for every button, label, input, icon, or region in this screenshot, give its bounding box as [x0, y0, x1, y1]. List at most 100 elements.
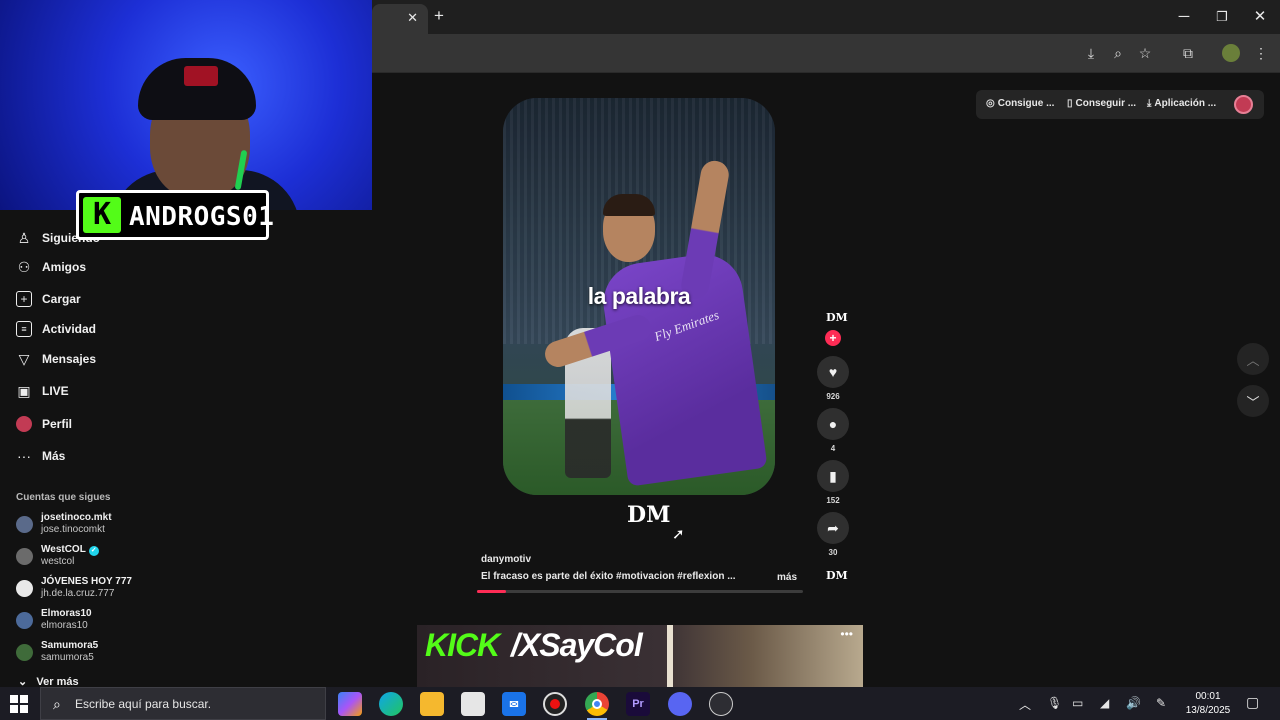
comment-count: 4 — [830, 444, 836, 453]
sidebar-item-activity[interactable]: ≡ Actividad — [16, 318, 96, 340]
save-count: 152 — [826, 496, 840, 505]
browser-tab[interactable]: ✕ — [372, 4, 428, 34]
video-progress-bar[interactable] — [477, 590, 803, 593]
account-handle: jose.tinocomkt — [41, 524, 105, 535]
webcam-overlay — [0, 0, 372, 210]
install-app-icon[interactable]: ⤓ — [1082, 44, 1100, 62]
post-description: El fracaso es parte del éxito #motivacio… — [481, 571, 736, 582]
sidebar-item-friends[interactable]: ⚇ Amigos — [16, 256, 86, 278]
system-clock[interactable]: 00:01 13/8/2025 — [1185, 690, 1231, 718]
app-icon[interactable] — [709, 692, 733, 716]
edge-icon[interactable] — [379, 692, 403, 716]
sidebar-item-label: Actividad — [42, 322, 97, 336]
heart-icon: ♥ — [828, 364, 838, 380]
discord-like-icon[interactable] — [668, 692, 692, 716]
battery-icon[interactable]: ▭ — [1072, 696, 1083, 710]
avatar — [16, 644, 33, 661]
tray-overflow-icon[interactable]: ︿ — [1019, 696, 1031, 713]
network-icon[interactable]: ◢ — [1100, 696, 1109, 710]
avatar — [16, 612, 33, 629]
tab-close-icon[interactable]: ✕ — [407, 10, 418, 26]
desktop-app-button[interactable]: ⤓ Aplicación ... — [1147, 98, 1216, 109]
follow-button[interactable]: + — [825, 330, 841, 346]
taskbar-search[interactable]: ⌕ Escribe aquí para buscar. — [40, 687, 326, 720]
verified-badge-icon: ✓ — [88, 546, 99, 556]
zoom-icon[interactable]: ⌕ — [1109, 44, 1127, 62]
sidebar-item-label: LIVE — [42, 384, 69, 398]
sidebar-item-upload[interactable]: + Cargar — [16, 288, 81, 310]
kick-logo-icon: K — [83, 197, 121, 233]
next-video-button[interactable]: ﹀ — [1237, 385, 1269, 417]
sidebar-item-live[interactable]: ▣ LIVE — [16, 380, 69, 402]
creator-avatar[interactable]: DM — [826, 311, 848, 324]
new-tab-button[interactable]: + — [434, 6, 444, 26]
file-explorer-icon[interactable] — [420, 692, 444, 716]
save-button[interactable]: ▮ — [817, 460, 849, 492]
pen-icon[interactable]: ✎ — [1156, 696, 1166, 710]
more-button[interactable]: más — [777, 572, 797, 583]
music-disc[interactable]: DM — [826, 569, 848, 582]
streamer-badge: K ANDROGS01 — [76, 190, 274, 240]
volume-icon[interactable]: 🔊 — [1126, 696, 1141, 710]
desktop-app-label: Aplicación ... — [1154, 98, 1217, 109]
windows-logo-icon — [20, 705, 28, 713]
video-progress-fill — [477, 590, 507, 593]
maximize-button[interactable]: ❐ — [1210, 6, 1234, 28]
kick-banner-brand: KICK — [425, 627, 500, 663]
premiere-icon[interactable]: Pr — [626, 692, 650, 716]
streamer-name: ANDROGS01 — [129, 202, 275, 232]
sidebar-item-profile[interactable]: Perfil — [16, 413, 72, 435]
video-watermark: DM — [627, 502, 671, 528]
following-accounts-title: Cuentas que sigues — [16, 492, 111, 503]
upload-icon: + — [16, 291, 32, 307]
mail-icon[interactable]: ✉ — [502, 692, 526, 716]
post-author[interactable]: danymotiv — [481, 554, 531, 565]
copilot-icon[interactable] — [338, 692, 362, 716]
share-count: 30 — [828, 548, 838, 557]
user-avatar[interactable] — [1234, 95, 1253, 114]
profile-avatar-icon[interactable] — [1222, 44, 1240, 62]
microphone-icon[interactable]: 🎙 — [1047, 696, 1062, 710]
get-app-label: Conseguir ... — [1075, 98, 1137, 109]
extensions-icon[interactable]: ⧉ — [1179, 44, 1197, 62]
banner-window-frame — [667, 625, 673, 687]
notifications-icon[interactable]: ▢ — [1246, 694, 1259, 711]
kick-promo-banner: KICK /XSayCol ••• — [417, 625, 863, 687]
more-icon: ··· — [17, 448, 31, 464]
activity-icon: ≡ — [16, 321, 32, 337]
avatar — [16, 580, 33, 597]
window-close-button[interactable]: ✕ — [1248, 6, 1272, 28]
player-hair — [603, 194, 655, 216]
like-button[interactable]: ♥ — [817, 356, 849, 388]
phone-icon: ▯ — [1067, 98, 1073, 109]
video-caption: la palabra — [587, 283, 691, 309]
sidebar-item-messages[interactable]: ▽ Mensajes — [16, 348, 96, 370]
friends-icon: ⚇ — [17, 258, 31, 275]
start-button[interactable] — [10, 695, 28, 713]
get-app-button[interactable]: ▯ Conseguir ... — [1067, 98, 1136, 109]
video-player[interactable]: Fly Emirates la palabra — [503, 98, 775, 495]
like-count: 926 — [826, 392, 840, 401]
avatar — [16, 548, 33, 565]
sidebar-item-label: Cargar — [42, 292, 81, 306]
bookmark-star-icon[interactable]: ☆ — [1136, 44, 1154, 62]
obs-icon[interactable] — [543, 692, 567, 716]
windows-taskbar: ⌕ Escribe aquí para buscar. ✉ Pr ︿ 🎙 ▭ ◢… — [0, 687, 1280, 720]
chrome-icon[interactable] — [585, 692, 609, 720]
get-coins-button[interactable]: ◎ Consigue ... — [986, 98, 1054, 109]
search-placeholder: Escribe aquí para buscar. — [75, 697, 212, 711]
store-icon[interactable] — [461, 692, 485, 716]
windows-logo-icon — [10, 695, 18, 703]
menu-dots-icon[interactable]: ⋮ — [1252, 44, 1270, 62]
sidebar-item-label: Mensajes — [42, 352, 97, 366]
clock-date: 13/8/2025 — [1185, 705, 1231, 716]
previous-video-button[interactable]: ︿ — [1237, 343, 1269, 375]
account-handle: samumora5 — [41, 652, 94, 663]
share-button[interactable]: ➦ — [817, 512, 849, 544]
sidebar-item-more[interactable]: ··· Más — [16, 445, 65, 467]
account-handle: westcol — [41, 556, 75, 567]
comment-button[interactable]: ● — [817, 408, 849, 440]
account-name: Elmoras10 — [41, 608, 92, 619]
address-bar[interactable] — [372, 39, 1202, 67]
minimize-button[interactable]: ─ — [1172, 6, 1196, 28]
